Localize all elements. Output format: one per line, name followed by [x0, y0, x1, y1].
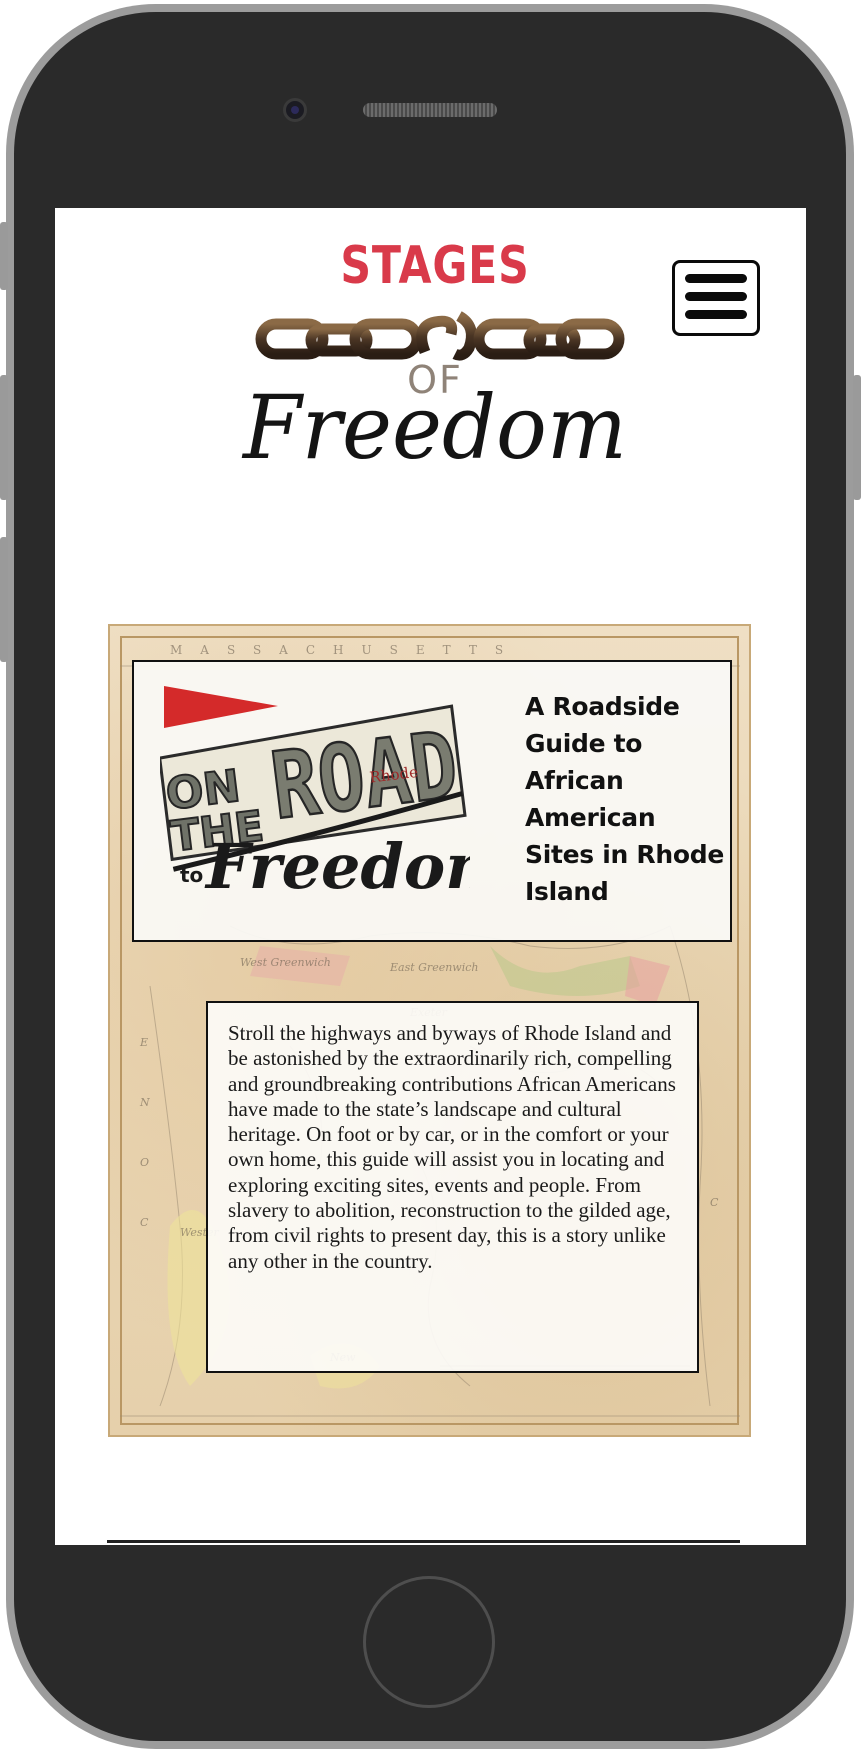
phone-volume-down [0, 537, 8, 662]
svg-text:East Greenwich: East Greenwich [389, 961, 478, 974]
hero-heading: A Roadside Guide to African American Sit… [525, 692, 725, 906]
phone-mute-switch [0, 222, 8, 290]
svg-text:West Greenwich: West Greenwich [240, 956, 331, 969]
hamburger-line-middle [685, 292, 747, 301]
hero-map-panel: West Greenwich East Greenwich Exeter Wes… [108, 624, 751, 1437]
site-logo[interactable]: STAGES OF Freedom [225, 236, 645, 479]
home-button[interactable] [363, 1576, 495, 1708]
svg-text:MASSACHUSETTS: MASSACHUSETTS [170, 643, 521, 657]
hamburger-menu-icon [685, 274, 747, 283]
phone-volume-up [0, 375, 8, 500]
svg-text:O: O [140, 1156, 149, 1169]
svg-text:E: E [139, 1036, 148, 1049]
intro-paragraph: Stroll the highways and byways of Rhode … [228, 1021, 676, 1273]
hero-card: ON THE ROAD Rhode to Freedom A Roadside … [132, 660, 732, 942]
intro-card: Stroll the highways and byways of Rhode … [206, 1001, 699, 1373]
section-divider [107, 1540, 740, 1543]
logo-stages-text: STAGES [340, 236, 530, 296]
earpiece-speaker [363, 103, 497, 117]
phone-power-button [853, 375, 861, 500]
svg-text:N: N [139, 1096, 150, 1109]
svg-text:to: to [180, 863, 203, 887]
svg-text:Freedom: Freedom [204, 830, 470, 903]
front-camera [283, 98, 307, 122]
phone-screen: STAGES OF Freedom West Greenwich East Gr… [55, 208, 806, 1545]
menu-button[interactable] [672, 260, 760, 336]
svg-text:C: C [140, 1216, 149, 1229]
svg-text:C: C [710, 1196, 719, 1209]
logo-freedom-text: Freedom [242, 376, 628, 479]
hamburger-line-bottom [685, 310, 747, 319]
pennant-flag-icon [164, 686, 278, 728]
on-the-road-to-freedom-logo: ON THE ROAD Rhode to Freedom [160, 686, 470, 903]
chain-icon [255, 311, 625, 361]
